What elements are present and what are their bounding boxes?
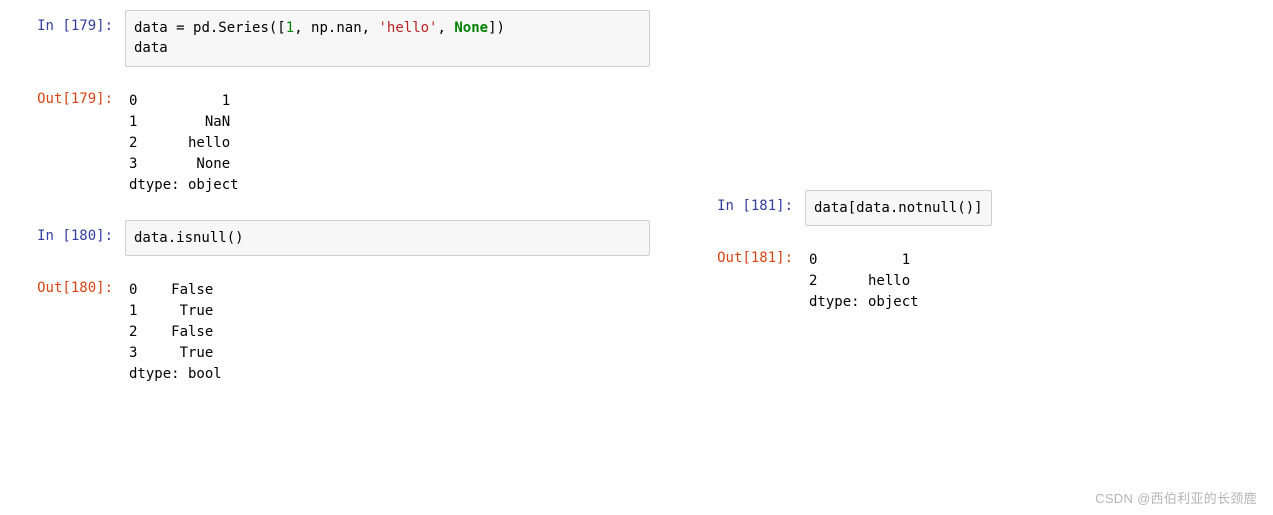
- out-prompt-label: Out: [717, 250, 742, 266]
- out-prompt-number: 179: [71, 91, 96, 107]
- output-cell-179: Out[179]: 0 1 1 NaN 2 hello 3 None dtype…: [10, 85, 650, 202]
- input-cell-179: In [179]: data = pd.Series([1, np.nan, '…: [10, 10, 650, 67]
- code-op: =: [176, 20, 184, 36]
- code-number: 1: [286, 20, 294, 36]
- out-prompt-label: Out: [37, 280, 62, 296]
- watermark: CSDN @西伯利亚的长颈鹿: [1095, 488, 1257, 507]
- input-cell-180: In [180]: data.isnull(): [10, 220, 650, 256]
- out-prompt-181: Out[181]:: [690, 244, 805, 266]
- output-cell-180: Out[180]: 0 False 1 True 2 False 3 True …: [10, 274, 650, 391]
- in-prompt-number: 179: [71, 18, 96, 34]
- left-column: In [179]: data = pd.Series([1, np.nan, '…: [10, 10, 650, 409]
- output-text-179: 0 1 1 NaN 2 hello 3 None dtype: object: [125, 85, 650, 202]
- code-input-180[interactable]: data.isnull(): [125, 220, 650, 256]
- in-prompt-179: In [179]:: [10, 10, 125, 34]
- in-prompt-number: 180: [71, 228, 96, 244]
- output-text-180: 0 False 1 True 2 False 3 True dtype: boo…: [125, 274, 650, 391]
- output-cell-181: Out[181]: 0 1 2 hello dtype: object: [690, 244, 992, 319]
- code-text: pd.Series([: [185, 20, 286, 36]
- code-input-181[interactable]: data[data.notnull()]: [805, 190, 992, 226]
- in-prompt-number: 181: [751, 198, 776, 214]
- code-text: ,: [438, 20, 455, 36]
- out-prompt-label: Out: [37, 91, 62, 107]
- in-prompt-181: In [181]:: [690, 190, 805, 214]
- in-prompt-label: In: [37, 18, 62, 34]
- out-prompt-number: 181: [751, 250, 776, 266]
- output-text-181: 0 1 2 hello dtype: object: [805, 244, 992, 319]
- right-column: In [181]: data[data.notnull()] Out[181]:…: [650, 10, 992, 337]
- code-text: data: [134, 40, 168, 56]
- input-cell-181: In [181]: data[data.notnull()]: [690, 190, 992, 226]
- out-prompt-179: Out[179]:: [10, 85, 125, 107]
- out-prompt-180: Out[180]:: [10, 274, 125, 296]
- code-input-179[interactable]: data = pd.Series([1, np.nan, 'hello', No…: [125, 10, 650, 67]
- in-prompt-label: In: [37, 228, 62, 244]
- in-prompt-label: In: [717, 198, 742, 214]
- in-prompt-180: In [180]:: [10, 220, 125, 244]
- code-text: , np.nan,: [294, 20, 378, 36]
- code-text: data: [134, 20, 176, 36]
- out-prompt-number: 180: [71, 280, 96, 296]
- code-string: 'hello': [378, 20, 437, 36]
- code-text: ]): [488, 20, 505, 36]
- code-keyword: None: [454, 20, 488, 36]
